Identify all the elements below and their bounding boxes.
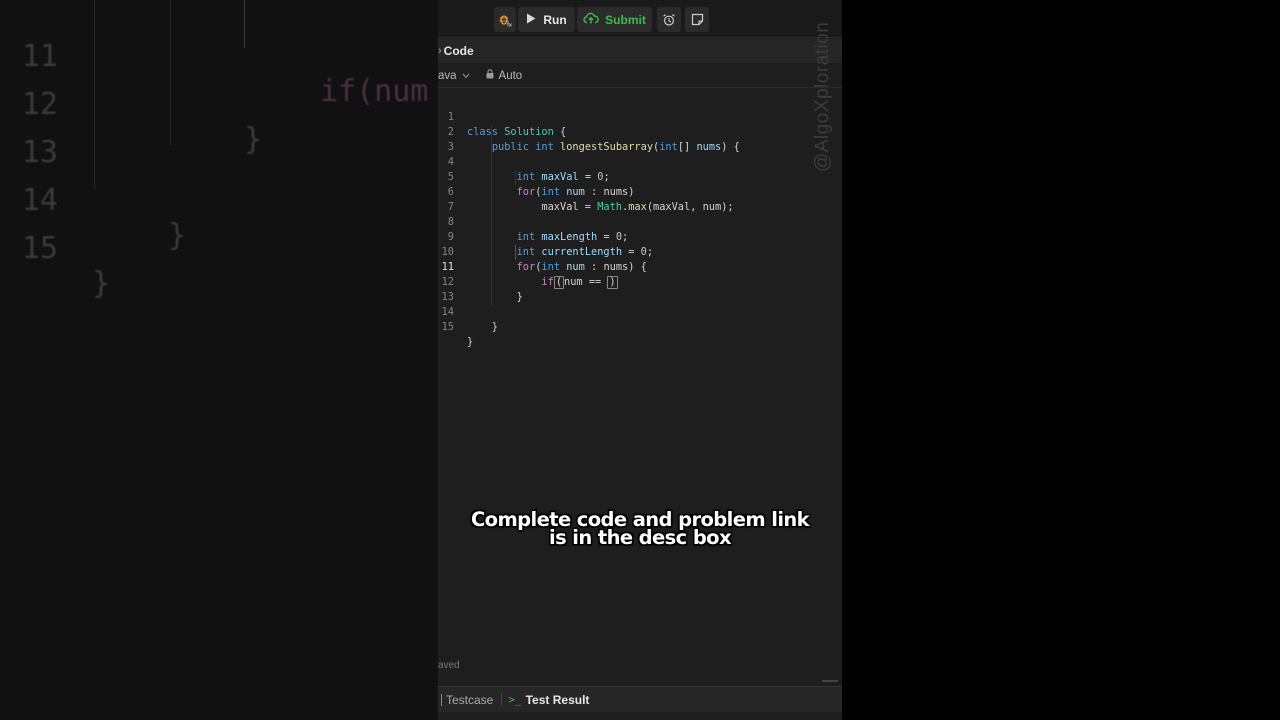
run-button[interactable]: Run [518,7,575,32]
code-tab-bar: › Code [438,39,842,63]
testcase-tab[interactable]: Testcase [438,693,493,707]
debug-button[interactable]: fx [494,7,516,32]
code-line: 2 public int longestSubarray(int[] nums)… [438,110,842,153]
bg-line: 13 [0,100,438,170]
notes-button[interactable] [685,7,709,32]
chevron-down-icon [462,70,470,82]
language-select[interactable]: ava [438,70,470,82]
code-line: 5 for(int num : nums) [438,155,842,198]
bg-line: 11 if(num [0,4,438,109]
lock-icon [486,69,494,82]
caption-overlay: Complete code and problem link is in the… [438,510,842,549]
editor-panel: fx Run Submit › Code ava Auto 1 class So… [438,0,842,720]
bg-line-code: } [92,266,111,301]
bg-line-number: 15 [21,231,58,266]
code-tab-label: Code [443,44,474,58]
language-bar: ava Auto [438,64,842,88]
test-result-label: Test Result [525,692,590,707]
code-text: } [467,336,474,348]
test-result-tab[interactable]: >_ Test Result [508,693,589,707]
right-letterbox [842,0,1280,720]
saved-status: aved [438,660,460,671]
code-tab[interactable]: › Code [438,44,474,58]
timer-button[interactable] [657,7,681,32]
alarm-clock-icon [662,13,676,27]
cloud-upload-icon [583,12,600,27]
terminal-icon: >_ [508,693,522,706]
divider [501,693,503,706]
submit-button[interactable]: Submit [577,7,652,32]
code-line: 1 class Solution { [438,95,842,138]
resize-handle[interactable] [822,680,838,682]
testcase-label: Testcase [446,692,494,707]
bottom-tab-bar: Testcase >_ Test Result [438,686,842,712]
play-icon [526,13,536,27]
code-line: 9 int currentLength = 0; [438,215,842,258]
toolbar: fx Run Submit [438,0,842,38]
language-label: ava [438,69,457,82]
code-line: 8 int maxLength = 0; [438,200,842,243]
submit-label: Submit [605,12,646,27]
run-label: Run [543,12,567,27]
code-line: 3 [438,125,842,153]
bug-icon: fx [498,13,512,27]
checkbox-icon [438,693,442,706]
code-line: 14 } [438,290,842,333]
bg-line: 12 } [0,52,438,157]
code-line: 6 maxVal = Math.max(maxVal, num); [438,170,842,213]
code-line: 7 [438,185,842,213]
note-icon [691,13,704,26]
code-line: 13 [438,275,842,303]
background-zoom: 11 if(num 12 } 13 14 } 15 } [0,0,438,720]
code-line-active: 11 if(num == ) [438,245,842,289]
auto-mode[interactable]: Auto [486,69,523,82]
bg-line: 14 } [0,148,438,253]
mode-label: Auto [498,69,523,82]
code-line: 15 } [438,305,842,348]
code-line: 12 } [438,260,842,303]
svg-text:fx: fx [507,22,512,27]
code-line: 10 for(int num : nums) { [438,230,842,273]
watermark: @AlgoXploration [812,21,833,172]
code-line: 4 int maxVal = 0; [438,140,842,183]
code-chevron-icon: › [438,45,442,57]
line-number: 15 [441,321,454,333]
bg-line: 15 } [0,196,438,301]
caption-line-2: is in the desc box [549,526,732,549]
